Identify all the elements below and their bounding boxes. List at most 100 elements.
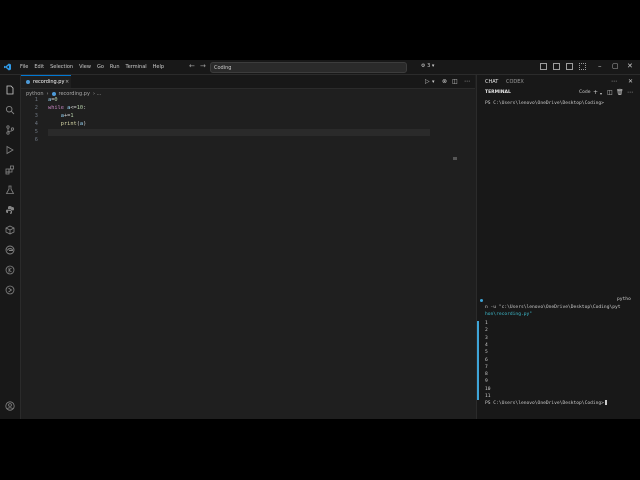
- code-text: a=0: [48, 97, 58, 103]
- vscode-window: File Edit Selection View Go Run Terminal…: [0, 60, 640, 419]
- code-editor[interactable]: 1 a=0 2 while a<=10: 3 a+=1 4 print(a) 5 6: [21, 97, 475, 419]
- tab-codex[interactable]: CODEX: [506, 79, 524, 85]
- terminal-title[interactable]: TERMINAL: [485, 90, 511, 95]
- line-number: 3: [34, 113, 38, 119]
- line-number: 1: [34, 97, 38, 103]
- terminal-prompt: PS C:\Users\lenovo\OneDrive\Desktop\Codi…: [485, 101, 604, 106]
- split-terminal-icon[interactable]: ◫: [607, 89, 613, 96]
- code-line[interactable]: 3 a+=1: [21, 113, 441, 121]
- toggle-panel-icon[interactable]: [553, 63, 560, 70]
- terminal-prompt-text: PS C:\Users\lenovo\OneDrive\Desktop\Codi…: [485, 401, 604, 406]
- secondary-panel: CHAT CODEX ⋯ ✕ TERMINAL Code + ▾ ◫ 🗑 ⋯ P…: [476, 75, 640, 419]
- tab-chat[interactable]: CHAT: [485, 79, 498, 85]
- panel-close-icon[interactable]: ✕: [628, 78, 633, 85]
- command-decoration-bar: [477, 321, 479, 400]
- menu-terminal[interactable]: Terminal: [123, 64, 150, 70]
- more-actions-icon[interactable]: ⋯: [464, 78, 470, 85]
- menu-run[interactable]: Run: [107, 64, 123, 70]
- line-number: 4: [34, 121, 38, 127]
- panel-more-icon[interactable]: ⋯: [611, 78, 617, 85]
- menu-bar: File Edit Selection View Go Run Terminal…: [17, 60, 167, 74]
- timeline-icon[interactable]: [5, 260, 15, 275]
- explorer-icon[interactable]: [5, 80, 15, 95]
- forward-arrow-icon[interactable]: →: [200, 62, 206, 70]
- code-line[interactable]: 5: [21, 129, 441, 137]
- code-line[interactable]: 1 a=0: [21, 97, 441, 105]
- command-text-1: n -u "c:\Users\lenovo\OneDrive\Desktop\C…: [485, 305, 621, 310]
- menu-edit[interactable]: Edit: [31, 64, 47, 70]
- command-status-dot: [480, 299, 483, 302]
- python-icon[interactable]: [5, 200, 15, 214]
- code-token: while: [48, 105, 68, 111]
- code-line[interactable]: 2 while a<=10:: [21, 105, 441, 113]
- terminal-output-line: 3: [485, 335, 488, 341]
- new-terminal-icon[interactable]: +: [593, 89, 598, 96]
- toggle-sidebar-icon[interactable]: [540, 63, 547, 70]
- terminal-command-line: n -u "c:\Users\lenovo\OneDrive\Desktop\C…: [485, 305, 621, 310]
- maximize-icon[interactable]: ▢: [612, 62, 619, 70]
- kill-terminal-icon[interactable]: 🗑: [616, 89, 624, 96]
- copilot-icon[interactable]: ⚙ 3 ▾: [421, 63, 434, 69]
- terminal-dropdown-icon[interactable]: ▾: [600, 91, 602, 96]
- code-line[interactable]: 6: [21, 137, 441, 145]
- copilot-chat-icon[interactable]: [5, 280, 15, 295]
- tab-close-icon[interactable]: ×: [65, 79, 69, 85]
- terminal-output-line: 8: [485, 372, 488, 378]
- search-icon[interactable]: [5, 100, 15, 115]
- remote-explorer-icon[interactable]: [5, 220, 15, 235]
- tab-label: recording.py: [33, 79, 65, 85]
- toggle-secondary-sidebar-icon[interactable]: [566, 63, 573, 70]
- terminal-header: TERMINAL Code + ▾ ◫ 🗑 ⋯: [477, 88, 640, 98]
- terminal-output-line: 6: [485, 357, 488, 363]
- terminal-output-line: 7: [485, 364, 488, 370]
- copilot-edit-icon[interactable]: ⊗: [442, 78, 447, 85]
- terminal-output[interactable]: PS C:\Users\lenovo\OneDrive\Desktop\Codi…: [477, 99, 640, 419]
- code-token: ): [83, 121, 87, 127]
- terminal-output-line: 11: [485, 394, 491, 399]
- run-dropdown-icon[interactable]: ▾: [432, 79, 435, 85]
- close-window-icon[interactable]: ✕: [627, 62, 633, 70]
- code-text: while a<=10:: [48, 105, 86, 111]
- menu-file[interactable]: File: [17, 64, 31, 70]
- tab-recording-py[interactable]: recording.py ×: [21, 75, 71, 88]
- run-file-icon[interactable]: ▷: [425, 78, 430, 85]
- extensions-icon[interactable]: [5, 160, 15, 175]
- terminal-output-line: 1: [485, 321, 488, 326]
- terminal-output-line: 4: [485, 342, 488, 348]
- python-file-icon: [26, 80, 30, 84]
- split-editor-icon[interactable]: ◫: [452, 78, 458, 85]
- terminal-output-line: 9: [485, 379, 488, 385]
- python-file-icon: [51, 92, 56, 96]
- command-center-text: Coding: [214, 64, 232, 71]
- editor-tab-bar: recording.py × ▷ ▾ ⊗ ◫ ⋯: [21, 75, 475, 89]
- edge-browser-icon[interactable]: [5, 240, 15, 255]
- code-text: print(a): [48, 121, 87, 127]
- command-center-search[interactable]: Coding: [210, 62, 407, 73]
- copilot-count: 3: [427, 63, 431, 69]
- code-token: +=1: [63, 113, 74, 119]
- account-icon[interactable]: [5, 396, 15, 411]
- code-line[interactable]: 4 print(a): [21, 121, 441, 129]
- terminal-more-icon[interactable]: ⋯: [627, 89, 633, 96]
- menu-view[interactable]: View: [76, 64, 94, 70]
- line-number: 5: [34, 129, 38, 135]
- testing-flask-icon[interactable]: [5, 180, 15, 194]
- settings-gear-icon[interactable]: [5, 414, 15, 419]
- activity-bar: [0, 75, 21, 419]
- menu-go[interactable]: Go: [94, 64, 107, 70]
- minimize-icon[interactable]: –: [598, 62, 602, 70]
- menu-help[interactable]: Help: [150, 64, 167, 70]
- code-token: <=10:: [70, 105, 87, 111]
- source-control-icon[interactable]: [5, 120, 15, 135]
- terminal-output-line: 2: [485, 328, 488, 334]
- terminal-shell-name[interactable]: Code: [579, 90, 591, 95]
- back-arrow-icon[interactable]: ←: [189, 62, 195, 70]
- terminal-output-line: 10: [485, 386, 491, 392]
- menu-selection[interactable]: Selection: [47, 64, 76, 70]
- minimap[interactable]: [453, 157, 457, 160]
- terminal-command-start: pytho: [617, 297, 631, 302]
- code-token: print: [60, 121, 77, 127]
- run-debug-icon[interactable]: [5, 140, 15, 155]
- customize-layout-icon[interactable]: [579, 63, 586, 70]
